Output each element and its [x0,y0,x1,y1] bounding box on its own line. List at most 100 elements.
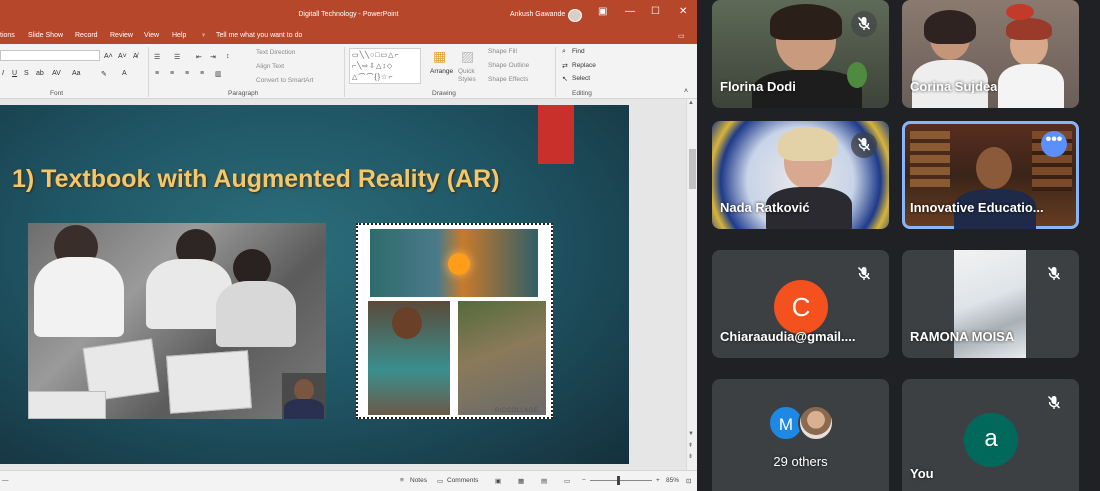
self-tile[interactable]: a You [902,379,1079,491]
participant-tile[interactable]: C Chiaraaudia@gmail.... [712,250,889,358]
textbook-page [28,391,106,419]
tell-me-search[interactable]: Tell me what you want to do [216,32,302,39]
find-button[interactable]: Find [572,48,585,55]
decorative-red-bar [538,105,574,164]
bullets-button[interactable]: ☰ [154,53,160,61]
slide[interactable]: 1) Textbook with Augmented Reality (AR) [0,105,629,464]
powerpoint-window: Digitall Technology - PowerPoint Ankush … [0,0,697,491]
child-uniform [216,281,296,347]
ribbon-display-options-button[interactable]: ▣ [598,6,607,17]
participant-tile[interactable]: RAMONA MOISA [902,250,1079,358]
zoom-slider[interactable] [590,480,652,481]
slide-show-icon[interactable]: ▭ [564,477,570,485]
font-shrink-button[interactable]: A˅ [118,53,127,60]
change-case-button[interactable]: Aa [72,70,81,77]
reading-view-icon[interactable]: ▤ [541,477,547,485]
font-grow-button[interactable]: A˄ [104,53,113,60]
participant-hair [924,10,976,44]
lightbulb-icon: ♀ [201,32,207,39]
shape-outline-button[interactable]: Shape Outline [488,62,529,69]
spacing-button[interactable]: AV [52,70,61,77]
scroll-down-icon[interactable]: ▼ [688,431,694,437]
align-text-button[interactable]: Align Text [256,63,284,70]
participant-name: You [910,466,934,481]
participant-name: Nada Ratković [720,200,810,215]
user-avatar[interactable] [568,9,582,22]
quick-styles-button[interactable]: Quick Styles [458,68,482,84]
comments-icon[interactable]: ▭ [678,32,685,40]
presenter-body [284,399,324,419]
next-slide-icon[interactable]: ⇟ [688,453,693,460]
find-icon: ⌕ [562,48,566,55]
quick-styles-icon[interactable]: ▨ [461,48,474,65]
fit-slide-icon[interactable]: ⊡ [686,477,691,485]
vertical-scrollbar[interactable]: ▲ ▼ ⇞ ⇟ [686,99,697,470]
separator [148,47,149,97]
font-color-button[interactable]: A [122,70,127,77]
increase-indent-button[interactable]: ⇥ [210,53,216,61]
arrange-icon[interactable]: ▦ [433,48,446,65]
shape-fill-button[interactable]: Shape Fill [488,48,517,55]
scrollbar-thumb[interactable] [689,149,696,189]
align-center-button[interactable]: ≡ [170,70,174,77]
presenter-inset [282,373,326,419]
line-spacing-button[interactable]: ↕ [226,53,230,60]
text-direction-button[interactable]: Text Direction [256,49,295,56]
comments-status-icon: ▭ [437,478,444,485]
slide-title[interactable]: 1) Textbook with Augmented Reality (AR) [12,165,500,194]
participant-tile-active[interactable]: Innovative Educatio... ••• [902,121,1079,229]
tab-view[interactable]: View [144,32,159,39]
participant-tile[interactable]: Corina Sujdea [902,0,1079,108]
child-uniform [34,257,124,337]
convert-smartart-button[interactable]: Convert to SmartArt [256,77,313,84]
collapse-ribbon-icon[interactable]: ˄ [684,88,688,95]
slide-sorter-icon[interactable]: ▦ [518,477,524,485]
tab-slide-show[interactable]: Slide Show [28,32,63,39]
signed-in-user[interactable]: Ankush Gawande [510,11,565,18]
zoom-out-icon[interactable]: − [582,477,586,484]
clear-format-button[interactable]: A̸ [133,53,138,60]
ar-collage[interactable]: PICCOLLAGE [356,223,553,419]
more-options-button[interactable]: ••• [1041,131,1067,157]
tab-transitions[interactable]: tions [0,32,15,39]
decrease-indent-button[interactable]: ⇤ [196,53,202,61]
columns-button[interactable]: ▥ [215,70,222,78]
close-button[interactable]: ✕ [679,6,687,17]
separator [555,47,556,97]
classroom-photo[interactable] [28,223,326,419]
previous-slide-icon[interactable]: ⇞ [688,442,693,449]
zoom-in-icon[interactable]: + [656,477,660,484]
align-left-button[interactable]: ≡ [155,70,159,77]
maximize-button[interactable]: ☐ [651,6,660,17]
presenter-head [294,379,314,401]
tab-help[interactable]: Help [172,32,186,39]
align-right-button[interactable]: ≡ [185,70,189,77]
shape-effects-button[interactable]: Shape Effects [488,76,528,83]
tab-record[interactable]: Record [75,32,98,39]
shapes-gallery[interactable]: ▭╲╲○□▭△⌐ ⌐╲⇨⇩△↕◇ △⌒⌒{}☆⌐ [349,48,421,84]
minimize-button[interactable]: — [625,6,635,17]
numbering-button[interactable]: ☰ [174,53,180,61]
select-button[interactable]: Select [572,75,590,82]
collage-watermark: PICCOLLAGE [495,408,539,414]
participant-tile[interactable]: Florina Dodi [712,0,889,108]
notes-button[interactable]: Notes [410,477,427,484]
tab-review[interactable]: Review [110,32,133,39]
underline-button[interactable]: U [12,70,17,77]
participant-tile[interactable]: Nada Ratković [712,121,889,229]
font-name-box[interactable] [0,50,100,61]
arrange-button[interactable]: Arrange [430,68,453,75]
replace-button[interactable]: Replace [572,62,596,69]
shadow-button[interactable]: S [24,70,29,77]
strikethrough-button[interactable]: ab [36,70,44,77]
scroll-up-icon[interactable]: ▲ [688,100,694,106]
justify-button[interactable]: ≡ [200,70,204,77]
participant-name: Florina Dodi [720,79,796,94]
comments-button[interactable]: Comments [447,477,478,484]
others-tile[interactable]: M 29 others [712,379,889,491]
zoom-level[interactable]: 85% [666,477,679,484]
highlight-button[interactable]: ✎ [101,70,107,78]
italic-button[interactable]: I [2,70,4,77]
normal-view-icon[interactable]: ▣ [495,477,501,485]
zoom-slider-thumb[interactable] [617,476,620,485]
